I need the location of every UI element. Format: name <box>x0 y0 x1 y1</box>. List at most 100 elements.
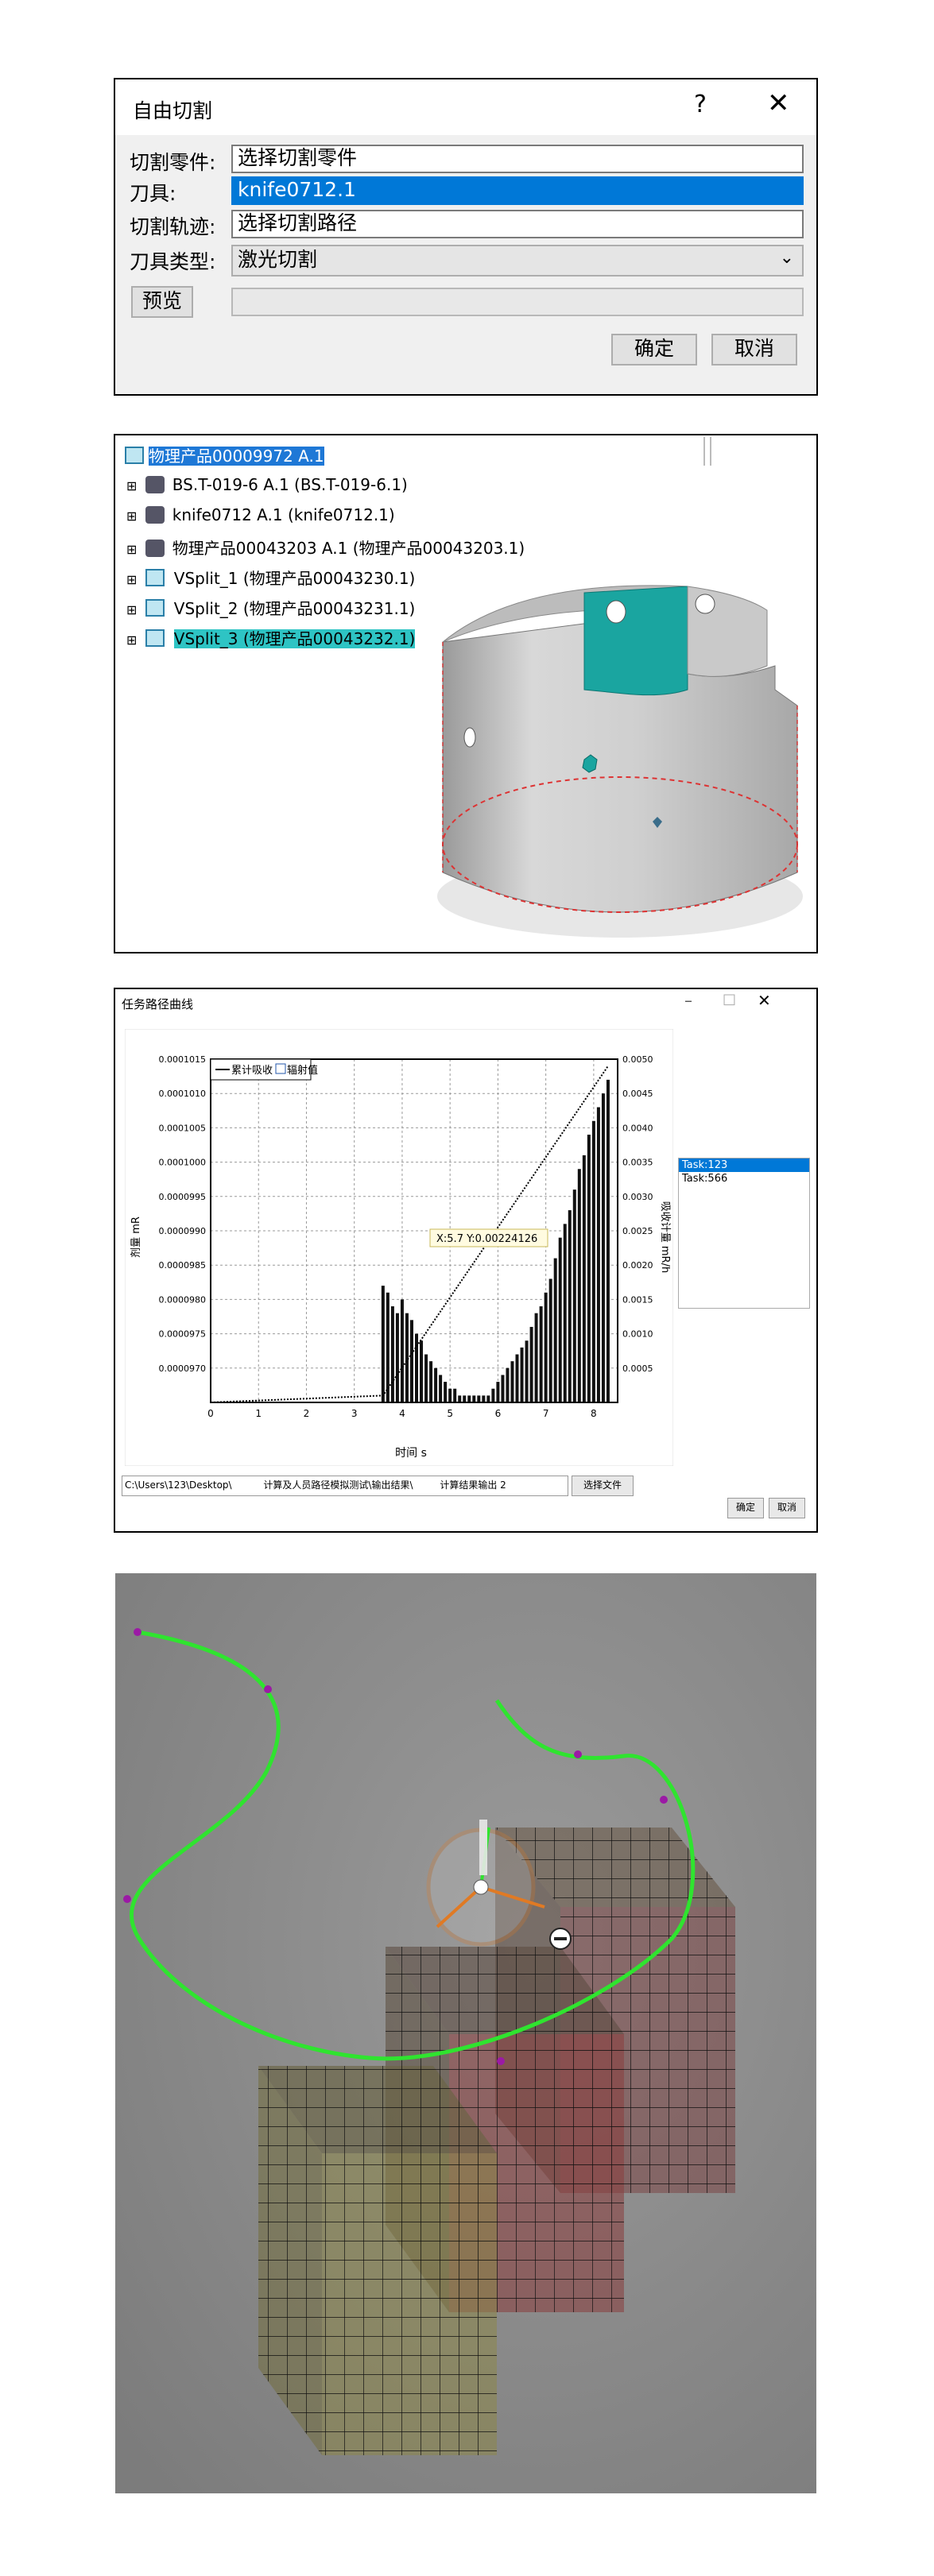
y2-tick-label: 0.0030 <box>622 1192 653 1202</box>
chevron-down-icon: ⌄ <box>779 248 794 268</box>
tool-field[interactable]: knife0712.1 <box>231 176 804 205</box>
radiation-bar <box>534 1313 538 1402</box>
radiation-bar <box>409 1320 413 1402</box>
waypoint-marker[interactable] <box>497 2057 505 2065</box>
radiation-bar <box>467 1395 471 1402</box>
y2-tick-label: 0.0040 <box>622 1123 653 1133</box>
tool-type-select[interactable]: 激光切割 ⌄ <box>231 245 804 277</box>
legend-cumulative-label: 累计吸收 <box>231 1065 273 1077</box>
radiation-bar <box>506 1367 510 1402</box>
tree-item[interactable]: ⊞ BS.T-019-6 A.1 (BS.T-019-6.1) <box>126 475 408 494</box>
cancel-button[interactable]: 取消 <box>769 1498 805 1518</box>
task-item[interactable]: Task:566 <box>679 1172 809 1186</box>
y-tick-label: 0.0001015 <box>159 1054 207 1065</box>
radiation-bar <box>548 1278 552 1402</box>
ok-button[interactable]: 确定 <box>727 1498 764 1518</box>
y2-tick-label: 0.0010 <box>622 1329 653 1340</box>
expand-icon[interactable]: ⊞ <box>126 572 137 587</box>
free-cut-dialog: 自由切割 ? ✕ 切割零件: 选择切割零件 刀具: knife0712.1 切割… <box>114 78 818 396</box>
waypoint-marker[interactable] <box>264 1685 272 1693</box>
file-path-value-2: 计算及人员路径模拟测试\输出结果\ <box>263 1479 413 1491</box>
radiation-bar <box>429 1361 433 1402</box>
radiation-bar <box>520 1347 524 1402</box>
preview-button[interactable]: 预览 <box>131 286 193 318</box>
radiation-bar <box>501 1375 505 1402</box>
tree-item[interactable]: ⊞ knife0712 A.1 (knife0712.1) <box>126 505 395 524</box>
cut-cylinder-3d-view[interactable] <box>425 547 815 944</box>
y2-tick-label: 0.0045 <box>622 1089 653 1099</box>
waypoint-marker[interactable] <box>660 1796 668 1804</box>
radiation-bar <box>529 1326 533 1402</box>
cancel-button[interactable]: 取消 <box>711 334 797 366</box>
waypoint-marker[interactable] <box>574 1750 582 1758</box>
dialog-titlebar: 自由切割 ? ✕ <box>115 79 816 135</box>
radiation-bar <box>424 1354 428 1402</box>
file-path-input[interactable]: C:\Users\123\Desktop\ 计算及人员路径模拟测试\输出结果\ … <box>122 1476 568 1496</box>
y2-tick-label: 0.0015 <box>622 1294 653 1305</box>
radiation-bar <box>563 1224 567 1402</box>
radiation-bar <box>491 1388 495 1402</box>
radiation-bar <box>439 1375 443 1402</box>
splitter-handle[interactable] <box>703 437 711 466</box>
x-tick-label: 0 <box>207 1408 214 1419</box>
expand-icon[interactable]: ⊞ <box>126 542 137 557</box>
radiation-bar <box>601 1093 605 1402</box>
radiation-bar <box>482 1395 486 1402</box>
waypoint-marker[interactable] <box>123 1895 131 1903</box>
radiation-bar <box>606 1079 610 1402</box>
radiation-bar <box>400 1299 404 1402</box>
tree-item[interactable]: ⊞ VSplit_1 (物理产品00043230.1) <box>126 566 415 589</box>
radiation-bar <box>539 1306 543 1402</box>
ok-button[interactable]: 确定 <box>611 334 697 366</box>
close-icon[interactable]: ✕ <box>767 87 790 119</box>
grid-scene-3d-view[interactable] <box>115 1573 816 2493</box>
y-tick-label: 0.0001000 <box>159 1158 207 1168</box>
tree-root[interactable]: 物理产品00009972 A.1 <box>125 443 324 466</box>
radiation-bar <box>582 1155 586 1402</box>
radiation-bar <box>395 1313 399 1402</box>
radiation-bar <box>510 1361 514 1402</box>
progress-field <box>231 288 804 316</box>
radiation-bar <box>420 1340 424 1402</box>
radiation-bar <box>525 1340 529 1402</box>
tree-item[interactable]: ⊞ VSplit_2 (物理产品00043231.1) <box>126 596 415 619</box>
file-path-value: C:\Users\123\Desktop\ <box>125 1479 232 1491</box>
task-path-curve-window: 任务路径曲线 – □ ✕ 0 1 2 3 4 5 6 7 8 0.0000970 0.0000975… <box>114 988 818 1533</box>
radiation-bar <box>558 1237 562 1402</box>
x-axis-label: 时间 s <box>395 1447 427 1460</box>
expand-icon[interactable]: ⊞ <box>126 478 137 493</box>
maximize-icon[interactable]: □ <box>723 991 736 1008</box>
grid-scene-canvas[interactable] <box>115 1573 816 2493</box>
expand-icon[interactable]: ⊞ <box>126 509 137 524</box>
waypoint-marker[interactable] <box>134 1628 141 1636</box>
x-tick-label: 5 <box>447 1408 453 1419</box>
tree-item-selected[interactable]: ⊞ VSplit_3 (物理产品00043232.1) <box>126 626 416 649</box>
radiation-bar <box>458 1395 462 1402</box>
close-icon[interactable]: ✕ <box>758 991 771 1010</box>
radiation-bar <box>453 1388 457 1402</box>
radiation-bar <box>381 1286 385 1402</box>
cut-part-field[interactable]: 选择切割零件 <box>231 145 804 173</box>
radiation-bar <box>568 1210 572 1402</box>
tree-item-label: VSplit_2 (物理产品00043231.1) <box>173 599 416 618</box>
expand-icon[interactable]: ⊞ <box>126 632 137 648</box>
task-list[interactable]: Task:123 Task:566 <box>678 1158 810 1309</box>
y-tick-label: 0.0000980 <box>159 1294 207 1305</box>
minimize-icon[interactable]: – <box>684 991 692 1010</box>
help-icon[interactable]: ? <box>694 91 707 118</box>
product-tree-panel: 物理产品00009972 A.1 ⊞ BS.T-019-6 A.1 (BS.T-… <box>114 434 818 953</box>
x-tick-label: 1 <box>255 1408 262 1419</box>
tree-item-label: knife0712 A.1 (knife0712.1) <box>172 505 395 524</box>
y2-tick-label: 0.0035 <box>622 1158 653 1168</box>
select-file-button[interactable]: 选择文件 <box>572 1476 634 1496</box>
expand-icon[interactable]: ⊞ <box>126 602 137 617</box>
task-item-selected[interactable]: Task:123 <box>679 1158 809 1172</box>
x-tick-label: 2 <box>304 1408 310 1419</box>
radiation-bar <box>596 1107 600 1402</box>
part-icon <box>145 506 165 524</box>
x-tick-label: 6 <box>495 1408 502 1419</box>
cut-path-field[interactable]: 选择切割路径 <box>231 210 804 238</box>
tool-label: 刀具: <box>130 182 176 205</box>
dose-chart[interactable]: 0 1 2 3 4 5 6 7 8 0.0000970 0.0000975 0.0000980 0.00… <box>125 1029 673 1466</box>
y2-tick-label: 0.0020 <box>622 1260 653 1271</box>
